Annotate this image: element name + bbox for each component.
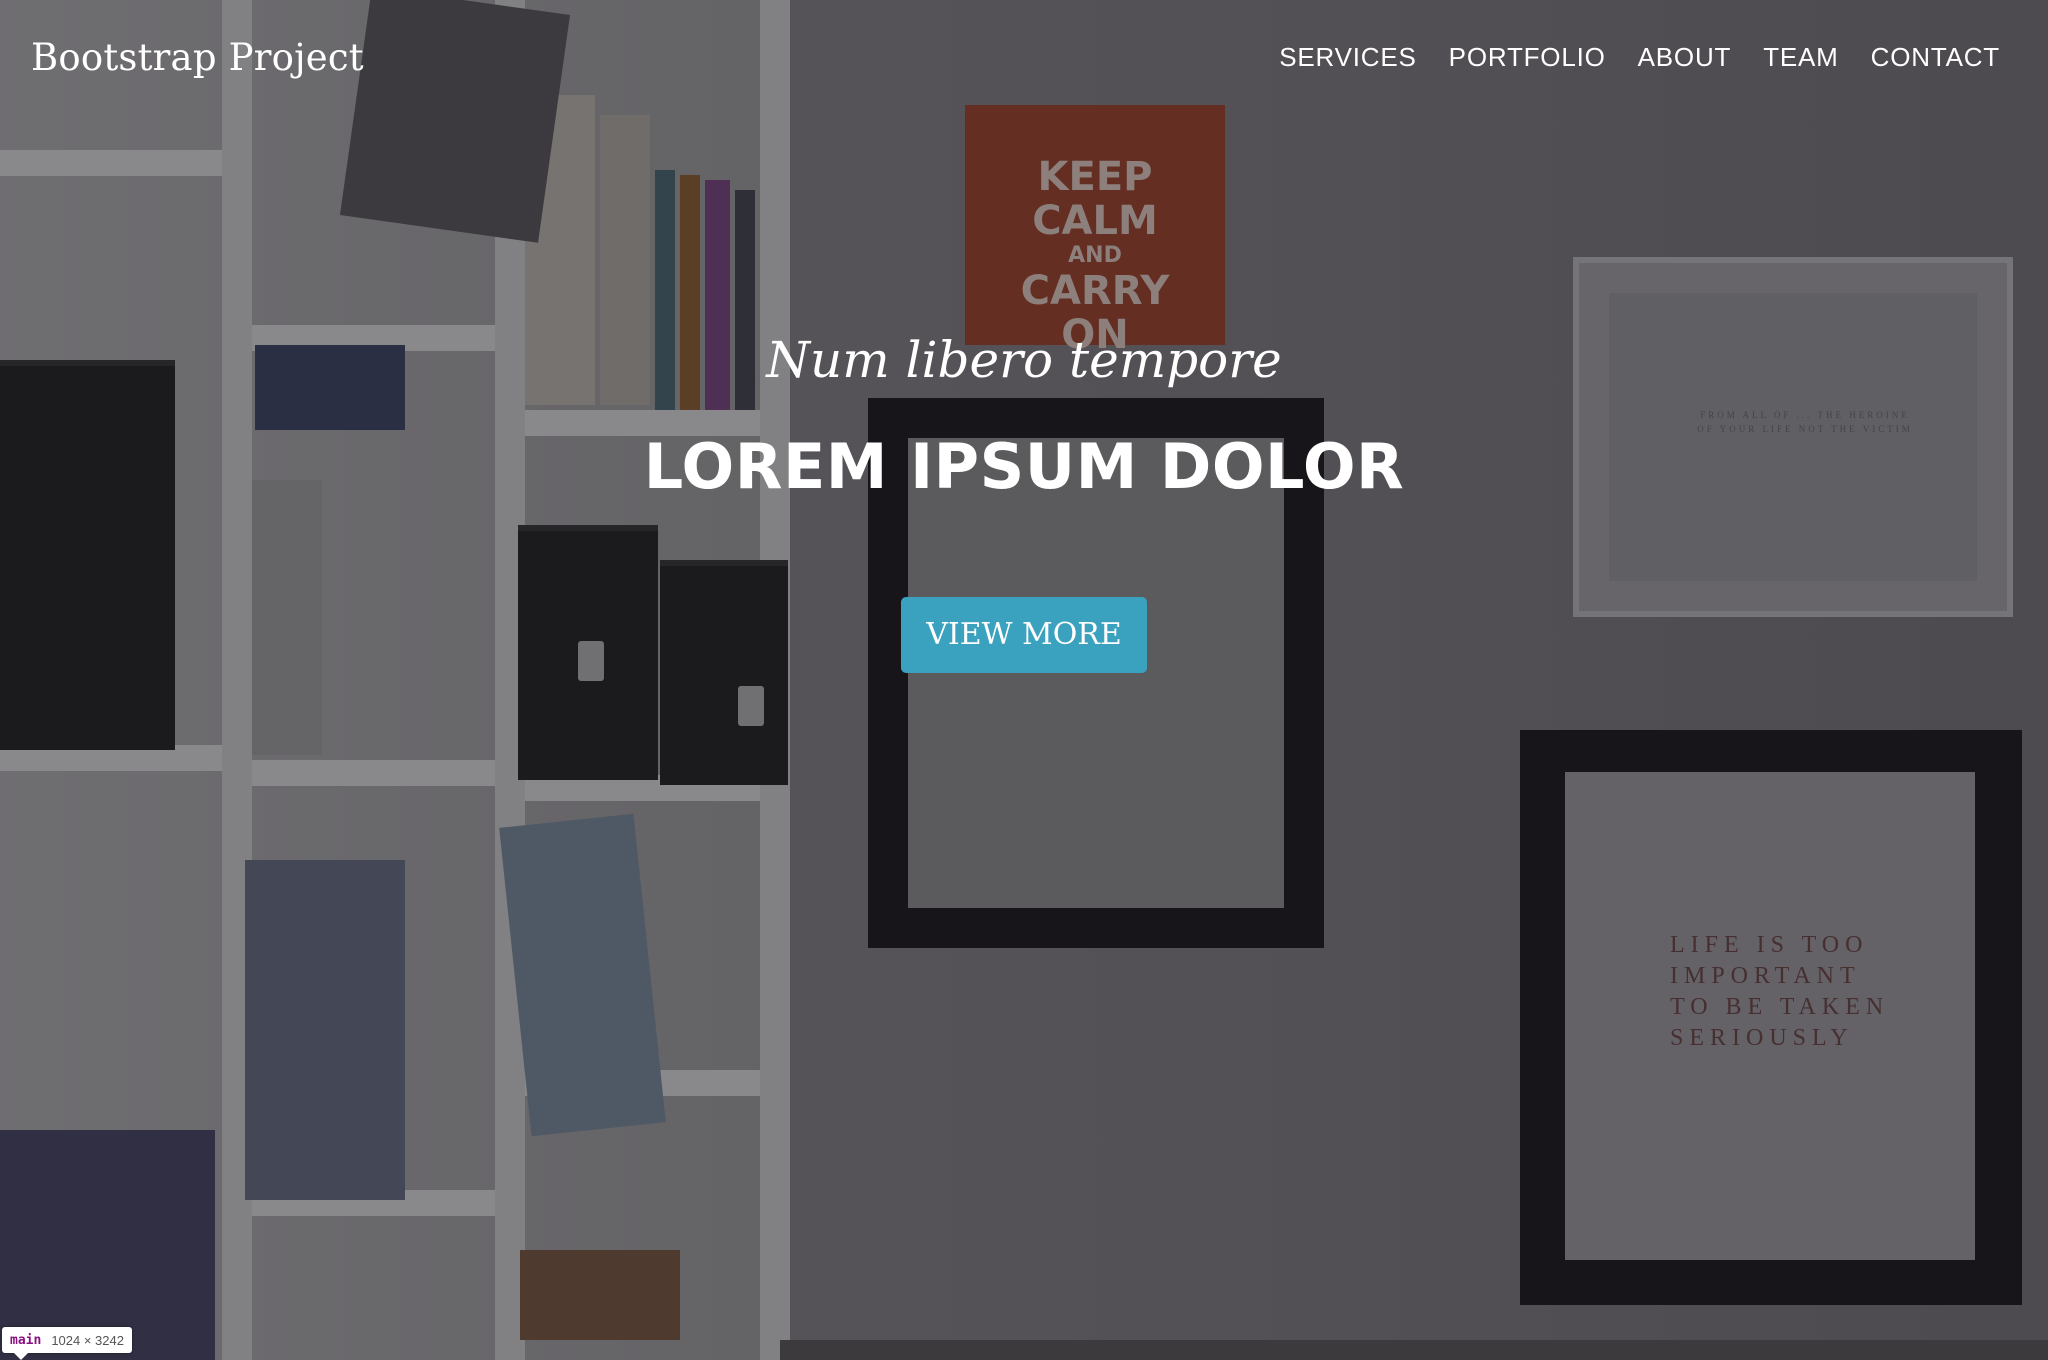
nav-item-services: SERVICES <box>1279 42 1416 73</box>
nav-link-contact[interactable]: CONTACT <box>1871 42 2000 72</box>
brand-logo-link[interactable]: Bootstrap Project <box>31 36 364 79</box>
nav-item-portfolio: PORTFOLIO <box>1449 42 1606 73</box>
tooltip-arrow-icon <box>14 1353 28 1360</box>
dark-overlay <box>0 0 2048 1360</box>
devtools-tag-name: main <box>10 1332 42 1348</box>
hero-subheading: Num libero tempore <box>766 331 1282 389</box>
nav-link-team[interactable]: TEAM <box>1763 42 1838 72</box>
hero-heading: LOREM IPSUM DOLOR <box>643 430 1405 503</box>
hero-section: KEEP CALM AND CARRY ON FROM ALL OF ... T… <box>0 0 2048 1360</box>
nav-link-services[interactable]: SERVICES <box>1279 42 1416 72</box>
nav-menu: SERVICES PORTFOLIO ABOUT TEAM CONTACT <box>1279 42 2000 73</box>
nav-link-about[interactable]: ABOUT <box>1638 42 1732 72</box>
nav-link-portfolio[interactable]: PORTFOLIO <box>1449 42 1606 72</box>
nav-item-contact: CONTACT <box>1871 42 2000 73</box>
hero-content: Num libero tempore LOREM IPSUM DOLOR VIE… <box>0 330 2048 673</box>
devtools-element-tooltip: main 1024 × 3242 <box>2 1327 132 1360</box>
view-more-button[interactable]: VIEW MORE <box>901 597 1147 673</box>
devtools-element-size: 1024 × 3242 <box>51 1332 124 1348</box>
nav-item-team: TEAM <box>1763 42 1838 73</box>
nav-item-about: ABOUT <box>1638 42 1732 73</box>
main-navbar: Bootstrap Project SERVICES PORTFOLIO ABO… <box>0 0 2048 115</box>
